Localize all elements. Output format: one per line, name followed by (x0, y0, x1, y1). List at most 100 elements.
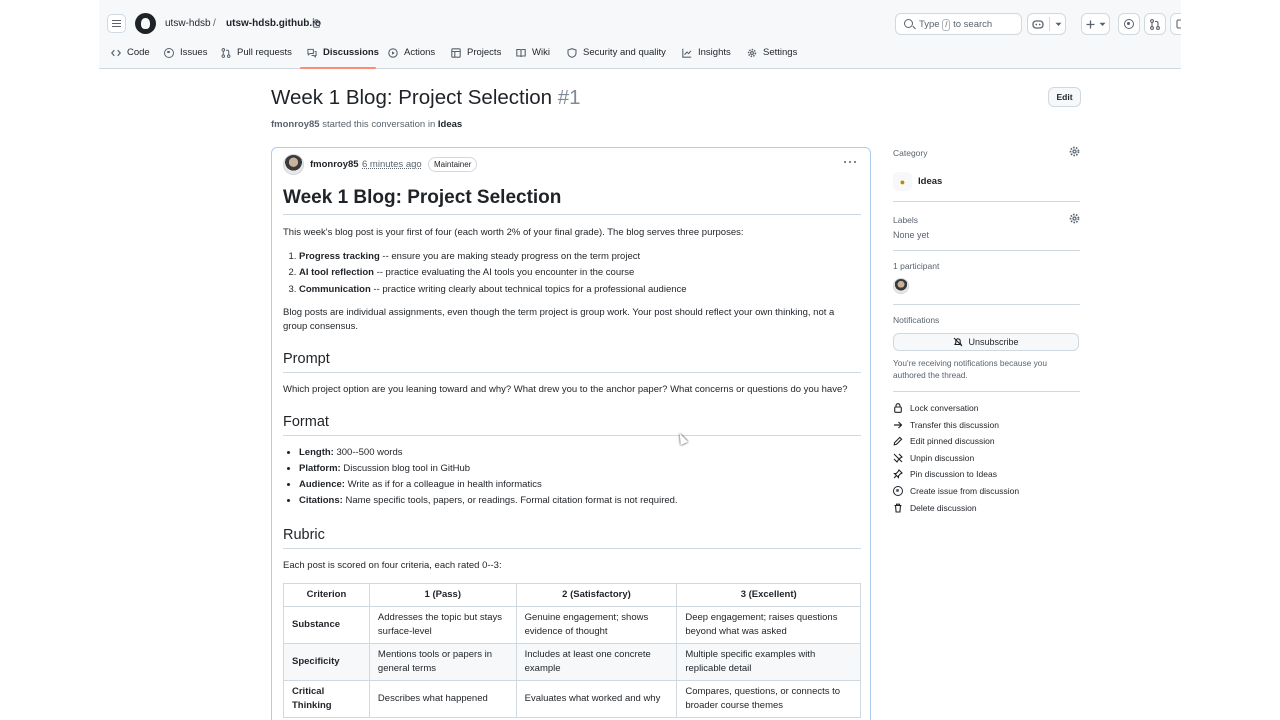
delete-discussion-action[interactable]: Delete discussion (893, 502, 1080, 514)
pin-discussion-action[interactable]: Pin discussion to Ideas (893, 468, 1080, 480)
post-author[interactable]: fmonroy85 (310, 159, 359, 170)
labels-heading: Labels (893, 215, 919, 225)
tab-label: Pull requests (237, 47, 292, 58)
avatar[interactable] (893, 278, 909, 294)
tab-actions[interactable]: Actions (388, 47, 435, 58)
your-issues-button[interactable] (1118, 13, 1140, 35)
lightbulb-icon: ● (893, 172, 912, 191)
table-row: Substance Addresses the topic but stays … (283, 606, 861, 645)
edit-pinned-discussion-action[interactable]: Edit pinned discussion (893, 435, 1080, 447)
rubric-intro: Each post is scored on four criteria, ea… (283, 560, 502, 572)
issue-opened-icon (893, 485, 903, 496)
lock-icon (313, 19, 320, 28)
column-header: 3 (Excellent) (676, 583, 861, 608)
starter-link[interactable]: fmonroy85 (271, 119, 320, 130)
category-item[interactable]: ● Ideas (893, 172, 1080, 191)
table-cell: Substance (283, 606, 370, 645)
table-header-row: Criterion 1 (Pass) 2 (Satisfactory) 3 (E… (283, 583, 861, 608)
table-cell: Mentions tools or papers in general term… (368, 643, 517, 682)
category-heading: Category (893, 148, 928, 158)
tab-wiki[interactable]: Wiki (516, 47, 550, 58)
tab-insights[interactable]: Insights (682, 47, 731, 58)
list-item: Audience: Write as if for a colleague in… (299, 478, 861, 492)
create-new-button[interactable] (1081, 13, 1110, 35)
lock-conversation-action[interactable]: Lock conversation (893, 402, 1080, 414)
right-letterbox (1181, 0, 1280, 720)
search-icon (904, 19, 913, 28)
format-list: Length: 300--500 words Platform: Discuss… (283, 446, 861, 509)
graph-icon (682, 48, 692, 58)
inbox-icon (1176, 19, 1181, 29)
github-logo-icon[interactable] (135, 13, 156, 34)
rubric-table: Criterion 1 (Pass) 2 (Satisfactory) 3 (E… (283, 583, 861, 719)
table-cell: Includes at least one concrete example (515, 643, 678, 682)
tab-label: Settings (763, 47, 798, 58)
tab-discussions[interactable]: Discussions (307, 47, 379, 58)
tab-issues[interactable]: Issues (164, 47, 207, 58)
transfer-discussion-action[interactable]: Transfer this discussion (893, 419, 1080, 431)
discussion-meta: fmonroy85 started this conversation in I… (271, 119, 462, 130)
category-link[interactable]: Ideas (438, 119, 462, 130)
global-header: utsw-hdsb / utsw-hdsb.github.io Type / t… (99, 0, 1181, 69)
tab-settings[interactable]: Settings (747, 47, 797, 58)
browser-page: utsw-hdsb / utsw-hdsb.github.io Type / t… (99, 0, 1181, 720)
issue-opened-icon (1124, 19, 1134, 29)
unpin-discussion-action[interactable]: Unpin discussion (893, 452, 1080, 464)
notifications-heading: Notifications (893, 315, 940, 325)
gear-icon[interactable] (1069, 146, 1080, 157)
breadcrumb-repo[interactable]: utsw-hdsb.github.io (226, 18, 321, 29)
tab-label: Projects (467, 47, 502, 58)
participants-heading: 1 participant (893, 261, 940, 271)
table-cell: Evaluates what worked and why (515, 680, 678, 719)
tab-pull-requests[interactable]: Pull requests (221, 47, 292, 58)
plus-icon (1086, 20, 1094, 28)
tab-label: Security and quality (583, 47, 666, 58)
tab-projects[interactable]: Projects (451, 47, 501, 58)
maintainer-badge: Maintainer (428, 157, 478, 172)
copilot-button[interactable] (1027, 13, 1066, 35)
avatar[interactable] (283, 154, 304, 175)
post-timestamp[interactable]: 6 minutes ago (362, 159, 422, 170)
gear-icon[interactable] (1069, 213, 1080, 224)
unsubscribe-label: Unsubscribe (968, 337, 1019, 347)
breadcrumb-separator: / (213, 18, 216, 29)
tab-code[interactable]: Code (111, 47, 150, 58)
post-heading: Week 1 Blog: Project Selection (283, 187, 861, 215)
tab-security-and-quality[interactable]: Security and quality (567, 47, 666, 58)
your-pull-requests-button[interactable] (1144, 13, 1166, 35)
edit-title-button[interactable]: Edit (1048, 87, 1081, 107)
search-input[interactable]: Type / to search (895, 13, 1022, 35)
pin-slash-icon (893, 453, 903, 463)
tab-label: Discussions (323, 47, 379, 58)
divider (893, 201, 1080, 202)
labels-section: Labels (893, 212, 1080, 228)
discussion-title: Week 1 Blog: Project Selection #1 (271, 86, 581, 109)
arrow-right-icon (894, 421, 903, 429)
tab-label: Actions (404, 47, 436, 58)
individual-paragraph: Blog posts are individual assignments, e… (283, 306, 835, 332)
code-icon (111, 49, 121, 56)
category-name: Ideas (918, 176, 943, 187)
chevron-down-icon (1099, 22, 1105, 26)
started-text: started this conversation in (322, 119, 436, 130)
discussion-sidebar: Category ● Ideas Labels None yet 1 parti… (893, 142, 1080, 518)
divider (893, 304, 1080, 305)
table-cell: Critical Thinking (283, 680, 370, 719)
column-header: 1 (Pass) (368, 583, 517, 608)
prompt-paragraph: Which project option are you leaning tow… (283, 383, 848, 395)
search-placeholder: Type / to search (919, 19, 993, 31)
create-issue-action[interactable]: Create issue from discussion (893, 485, 1080, 497)
list-item: Citations: Name specific tools, papers, … (299, 494, 861, 508)
menu-button[interactable] (107, 14, 126, 33)
kebab-horizontal-icon[interactable] (844, 161, 856, 165)
table-row: Specificity Mentions tools or papers in … (283, 643, 861, 682)
list-item: Communication -- practice writing clearl… (299, 283, 861, 297)
inbox-button[interactable] (1170, 13, 1181, 35)
divider (893, 250, 1080, 251)
column-header: Criterion (283, 583, 370, 608)
gear-icon (747, 48, 757, 57)
breadcrumb-owner[interactable]: utsw-hdsb (165, 18, 211, 29)
table-cell: Specificity (283, 643, 370, 682)
unsubscribe-button[interactable]: Unsubscribe (893, 333, 1079, 351)
table-row: Critical Thinking Describes what happene… (283, 680, 861, 719)
